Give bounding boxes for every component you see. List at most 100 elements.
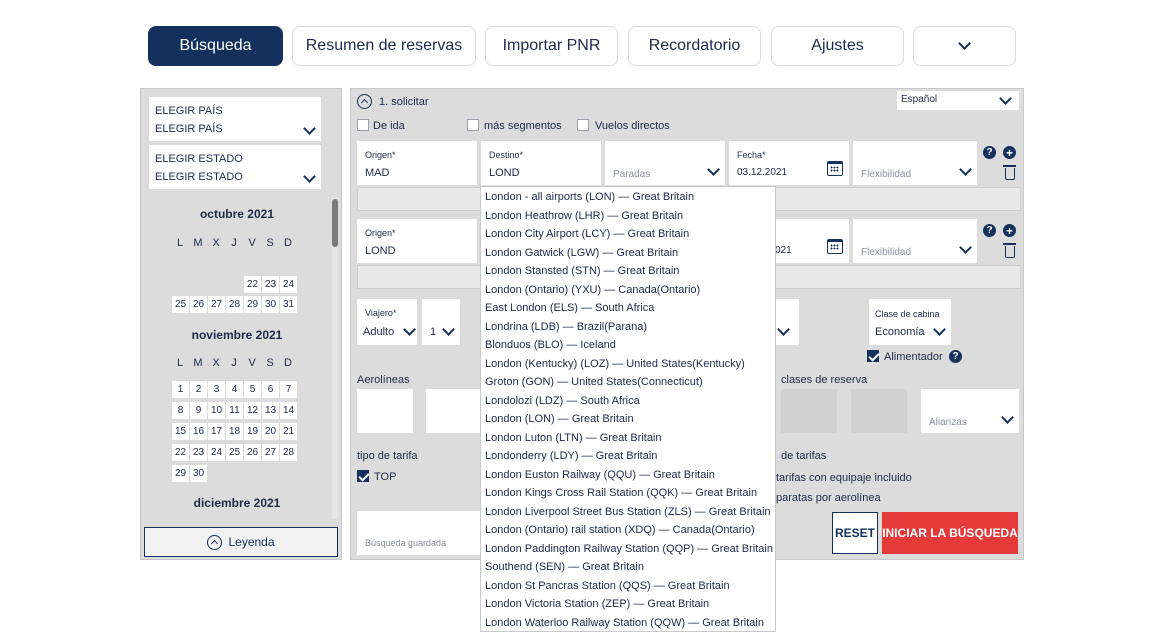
calendar-day[interactable]: 28	[226, 296, 243, 313]
destination-option[interactable]: London Luton (LTN) — Great Britain	[485, 432, 662, 444]
stops-select[interactable]: Paradas	[605, 141, 725, 185]
calendar-day[interactable]: 1	[172, 381, 189, 398]
start-search-button[interactable]: INICIAR LA BÚSQUEDA	[882, 512, 1018, 554]
calendar-day[interactable]: 22	[172, 444, 189, 461]
destination-option[interactable]: London - all airports (LON) — Great Brit…	[485, 191, 694, 203]
oneway-checkbox[interactable]	[357, 119, 369, 131]
flexibility-select-2[interactable]: Flexibilidad	[853, 219, 977, 263]
calendar-day[interactable]: 2	[190, 381, 207, 398]
calendar-day[interactable]: 27	[208, 296, 225, 313]
calendar-day[interactable]: 12	[244, 402, 261, 419]
calendar-day[interactable]: 22	[244, 276, 261, 293]
help-icon[interactable]: ?	[983, 146, 996, 159]
more-tabs-button[interactable]	[913, 26, 1016, 66]
destination-option[interactable]: London (Kentucky) (LOZ) — United States(…	[485, 358, 745, 370]
calendar-day[interactable]: 25	[172, 296, 189, 313]
calendar-day[interactable]: 25	[226, 444, 243, 461]
tab-importar-pnr[interactable]: Importar PNR	[485, 26, 618, 66]
destination-option[interactable]: London Kings Cross Rail Station (QQK) — …	[485, 487, 757, 499]
calendar-day[interactable]: 3	[208, 381, 225, 398]
calendar-day[interactable]: 21	[280, 423, 297, 440]
calendar-day[interactable]: 4	[226, 381, 243, 398]
destination-option[interactable]: London (Ontario) (YXU) — Canada(Ontario)	[485, 284, 700, 296]
destination-option[interactable]: Londolozi (LDZ) — South Africa	[485, 395, 640, 407]
trash-icon[interactable]	[1003, 165, 1016, 180]
reset-button[interactable]: RESET	[832, 512, 878, 554]
destination-option[interactable]: London (LON) — Great Britain	[485, 413, 634, 425]
destination-option[interactable]: London St Pancras Station (QQS) — Great …	[485, 580, 730, 592]
top-checkbox[interactable]	[357, 470, 369, 482]
direct-flights-checkbox[interactable]	[577, 119, 589, 131]
calendar-icon[interactable]	[827, 161, 843, 176]
cabin-class-select[interactable]: Clase de cabina Economía	[869, 299, 951, 345]
calendar-day[interactable]: 11	[226, 402, 243, 419]
airline-input-2[interactable]	[426, 389, 482, 433]
destination-option[interactable]: Londonderry (LDY) — Great Britain	[485, 450, 657, 462]
language-select[interactable]: Español	[897, 91, 1019, 110]
calendar-day[interactable]: 7	[280, 381, 297, 398]
destination-option[interactable]: London Paddington Railway Station (QQP) …	[485, 543, 773, 555]
destination-option[interactable]: Blonduos (BLO) — Iceland	[485, 339, 616, 351]
tab-recordatorio[interactable]: Recordatorio	[628, 26, 761, 66]
destination-option[interactable]: London City Airport (LCY) — Great Britai…	[485, 228, 689, 240]
calendar-day[interactable]: 30	[190, 465, 207, 482]
calendar-day[interactable]: 26	[190, 296, 207, 313]
calendar-day[interactable]: 18	[226, 423, 243, 440]
feeder-checkbox[interactable]	[867, 350, 879, 362]
calendar-day[interactable]: 5	[244, 381, 261, 398]
destination-option[interactable]: London Waterloo Railway Station (QQW) — …	[485, 617, 764, 629]
help-icon[interactable]: ?	[983, 224, 996, 237]
saved-search-select[interactable]: Búsqueda guardada	[357, 511, 481, 555]
calendar-day[interactable]: 15	[172, 423, 189, 440]
destination-option[interactable]: East London (ELS) — South Africa	[485, 302, 654, 314]
destination-option[interactable]: Groton (GON) — United States(Connecticut…	[485, 376, 703, 388]
calendar-day[interactable]: 23	[262, 276, 279, 293]
origin-field[interactable]: Origen* MAD	[357, 141, 477, 185]
destination-option[interactable]: London Victoria Station (ZEP) — Great Br…	[485, 598, 709, 610]
help-icon[interactable]: ?	[949, 350, 962, 363]
destination-option[interactable]: London Stansted (STN) — Great Britain	[485, 265, 679, 277]
tab-ajustes[interactable]: Ajustes	[771, 26, 904, 66]
destination-field[interactable]: Destino* LOND	[481, 141, 601, 185]
calendar-day[interactable]: 24	[208, 444, 225, 461]
collapse-section-icon[interactable]	[357, 94, 372, 109]
calendar-day[interactable]: 29	[244, 296, 261, 313]
calendar-scrollbar-thumb[interactable]	[332, 199, 338, 247]
traveler-count-select[interactable]: 1	[422, 299, 460, 345]
destination-option[interactable]: London Gatwick (LGW) — Great Britain	[485, 247, 678, 259]
calendar-icon[interactable]	[827, 239, 843, 254]
calendar-day[interactable]: 29	[172, 465, 189, 482]
calendar-day[interactable]: 14	[280, 402, 297, 419]
destination-option[interactable]: Southend (SEN) — Great Britain	[485, 561, 644, 573]
calendar-day[interactable]: 20	[262, 423, 279, 440]
calendar-day[interactable]: 8	[172, 402, 189, 419]
calendar-day[interactable]: 16	[190, 423, 207, 440]
airline-input-1[interactable]	[357, 389, 413, 433]
booking-class-input-2[interactable]	[851, 389, 907, 433]
flexibility-select[interactable]: Flexibilidad	[853, 141, 977, 185]
destination-option[interactable]: London (Ontario) rail station (XDQ) — Ca…	[485, 524, 755, 536]
calendar-day[interactable]: 24	[280, 276, 297, 293]
destination-option[interactable]: London Euston Railway (QQU) — Great Brit…	[485, 469, 715, 481]
date-field[interactable]: Fecha* 03.12.2021	[729, 141, 849, 185]
booking-class-input-1[interactable]	[781, 389, 837, 433]
calendar-day[interactable]: 9	[190, 402, 207, 419]
state-select[interactable]: ELEGIR ESTADO ELEGIR ESTADO	[149, 145, 321, 189]
traveler-type-select[interactable]: Viajero* Adulto	[357, 299, 417, 345]
calendar-day[interactable]: 23	[190, 444, 207, 461]
calendar-day[interactable]: 13	[262, 402, 279, 419]
calendar-day[interactable]: 6	[262, 381, 279, 398]
destination-option[interactable]: London Liverpool Street Bus Station (ZLS…	[485, 506, 771, 518]
legend-button[interactable]: Leyenda	[144, 527, 338, 557]
calendar-day[interactable]: 10	[208, 402, 225, 419]
calendar-day[interactable]: 30	[262, 296, 279, 313]
calendar-day[interactable]: 27	[262, 444, 279, 461]
destination-option[interactable]: London Heathrow (LHR) — Great Britain	[485, 210, 683, 222]
origin-field-2[interactable]: Origen* LOND	[357, 219, 477, 263]
tab-busqueda[interactable]: Búsqueda	[148, 26, 283, 66]
alliances-select[interactable]: Alianzas	[921, 389, 1019, 433]
trash-icon[interactable]	[1003, 243, 1016, 258]
calendar-day[interactable]: 17	[208, 423, 225, 440]
more-segments-checkbox[interactable]	[467, 119, 479, 131]
calendar-day[interactable]: 19	[244, 423, 261, 440]
